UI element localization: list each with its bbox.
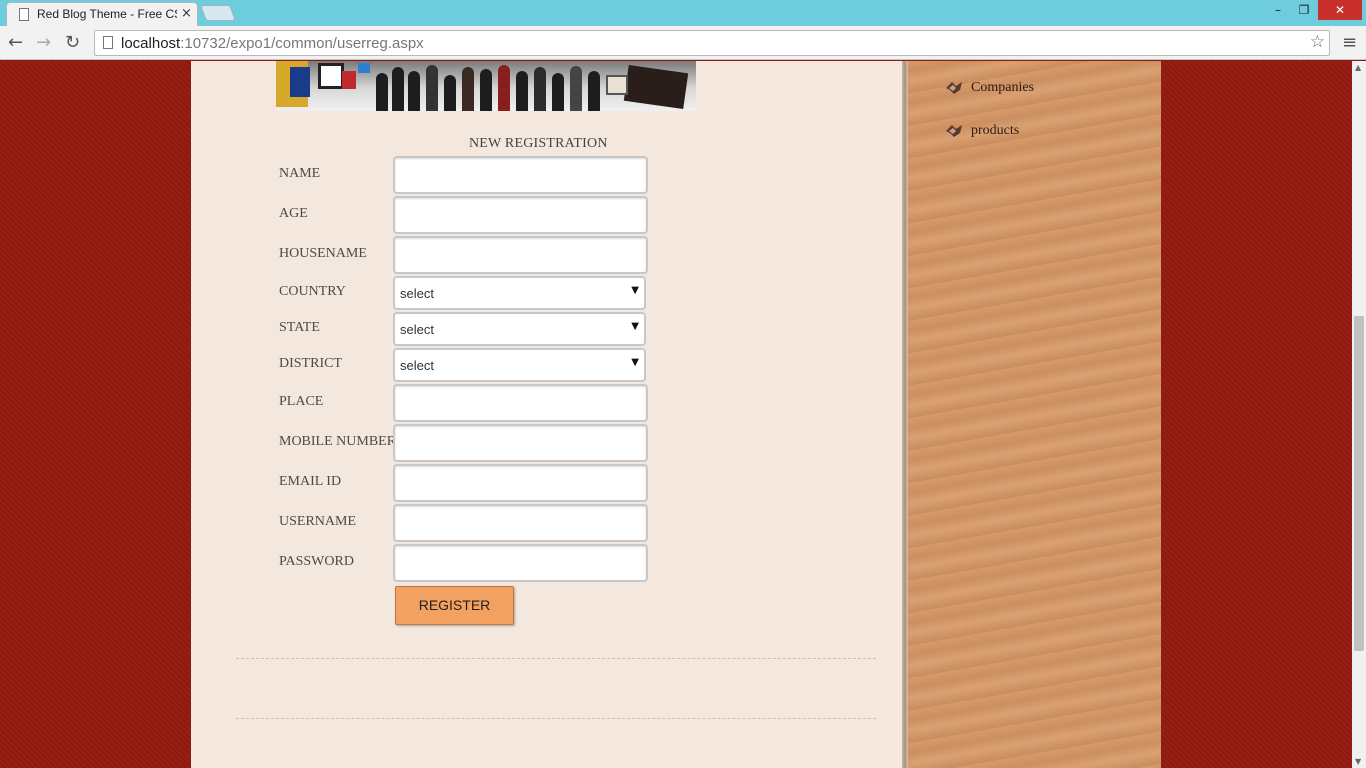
username-label: USERNAME [279,514,357,529]
sidebar: Companies products [908,61,1161,768]
browser-toolbar: ← → ↻ localhost:10732/expo1/common/userr… [0,26,1366,60]
reload-icon[interactable]: ↻ [65,32,80,53]
page-viewport: NEW REGISTRATION NAME AGE HOUSENAME COUN… [0,61,1352,768]
minimize-button[interactable]: – [1266,0,1290,20]
tab-title: Red Blog Theme - Free CSS [37,7,177,21]
username-input[interactable] [393,504,648,542]
name-label: NAME [279,166,321,181]
chevron-down-icon: ▼ [631,357,639,368]
country-select[interactable]: select ▼ [393,276,646,310]
register-button[interactable]: REGISTER [395,586,514,625]
banner-image [276,61,696,111]
state-select[interactable]: select ▼ [393,312,646,346]
age-input[interactable] [393,196,648,234]
place-input[interactable] [393,384,648,422]
chevron-down-icon: ▼ [631,285,639,296]
place-label: PLACE [279,394,324,409]
chevron-down-icon: ▼ [631,321,639,332]
divider-line [236,658,876,659]
close-window-button[interactable]: ✕ [1318,0,1362,20]
tab-close-icon[interactable]: × [181,6,192,21]
mobile-number-label: MOBILE NUMBER [279,434,397,449]
state-label: STATE [279,320,320,335]
district-select-value: select [400,358,434,373]
country-label: COUNTRY [279,284,346,299]
state-select-value: select [400,322,434,337]
mobile-number-input[interactable] [393,424,648,462]
page-icon [19,8,29,21]
email-id-label: EMAIL ID [279,474,342,489]
housename-input[interactable] [393,236,648,274]
scrollbar-thumb[interactable] [1354,316,1364,651]
password-label: PASSWORD [279,554,354,569]
menu-icon[interactable]: ≡ [1342,32,1357,53]
district-select[interactable]: select ▼ [393,348,646,382]
scroll-up-icon[interactable]: ▲ [1355,63,1361,72]
ribbon-icon [946,82,962,94]
divider-line [236,718,876,719]
browser-tab[interactable]: Red Blog Theme - Free CSS × [6,2,198,26]
bookmark-star-icon[interactable]: ☆ [1310,32,1325,52]
age-label: AGE [279,206,308,221]
district-label: DISTRICT [279,356,342,371]
back-icon[interactable]: ← [8,32,23,53]
new-tab-button[interactable] [200,5,236,21]
maximize-button[interactable]: ❐ [1292,0,1316,20]
sidebar-item-label: products [971,123,1020,138]
browser-titlebar: Red Blog Theme - Free CSS × – ❐ ✕ [0,0,1366,26]
name-input[interactable] [393,156,648,194]
scroll-down-icon[interactable]: ▼ [1355,757,1361,766]
page-scrollbar[interactable]: ▲ ▼ [1352,61,1366,768]
sidebar-item-label: Companies [971,80,1034,95]
address-bar[interactable]: localhost:10732/expo1/common/userreg.asp… [94,30,1330,56]
email-id-input[interactable] [393,464,648,502]
form-title: NEW REGISTRATION [469,136,608,151]
country-select-value: select [400,286,434,301]
ribbon-icon [946,125,962,137]
password-input[interactable] [393,544,648,582]
url-text: localhost:10732/expo1/common/userreg.asp… [121,35,424,52]
main-content: NEW REGISTRATION NAME AGE HOUSENAME COUN… [191,61,902,768]
page-icon [103,36,113,49]
forward-icon[interactable]: → [36,32,51,53]
housename-label: HOUSENAME [279,246,367,261]
